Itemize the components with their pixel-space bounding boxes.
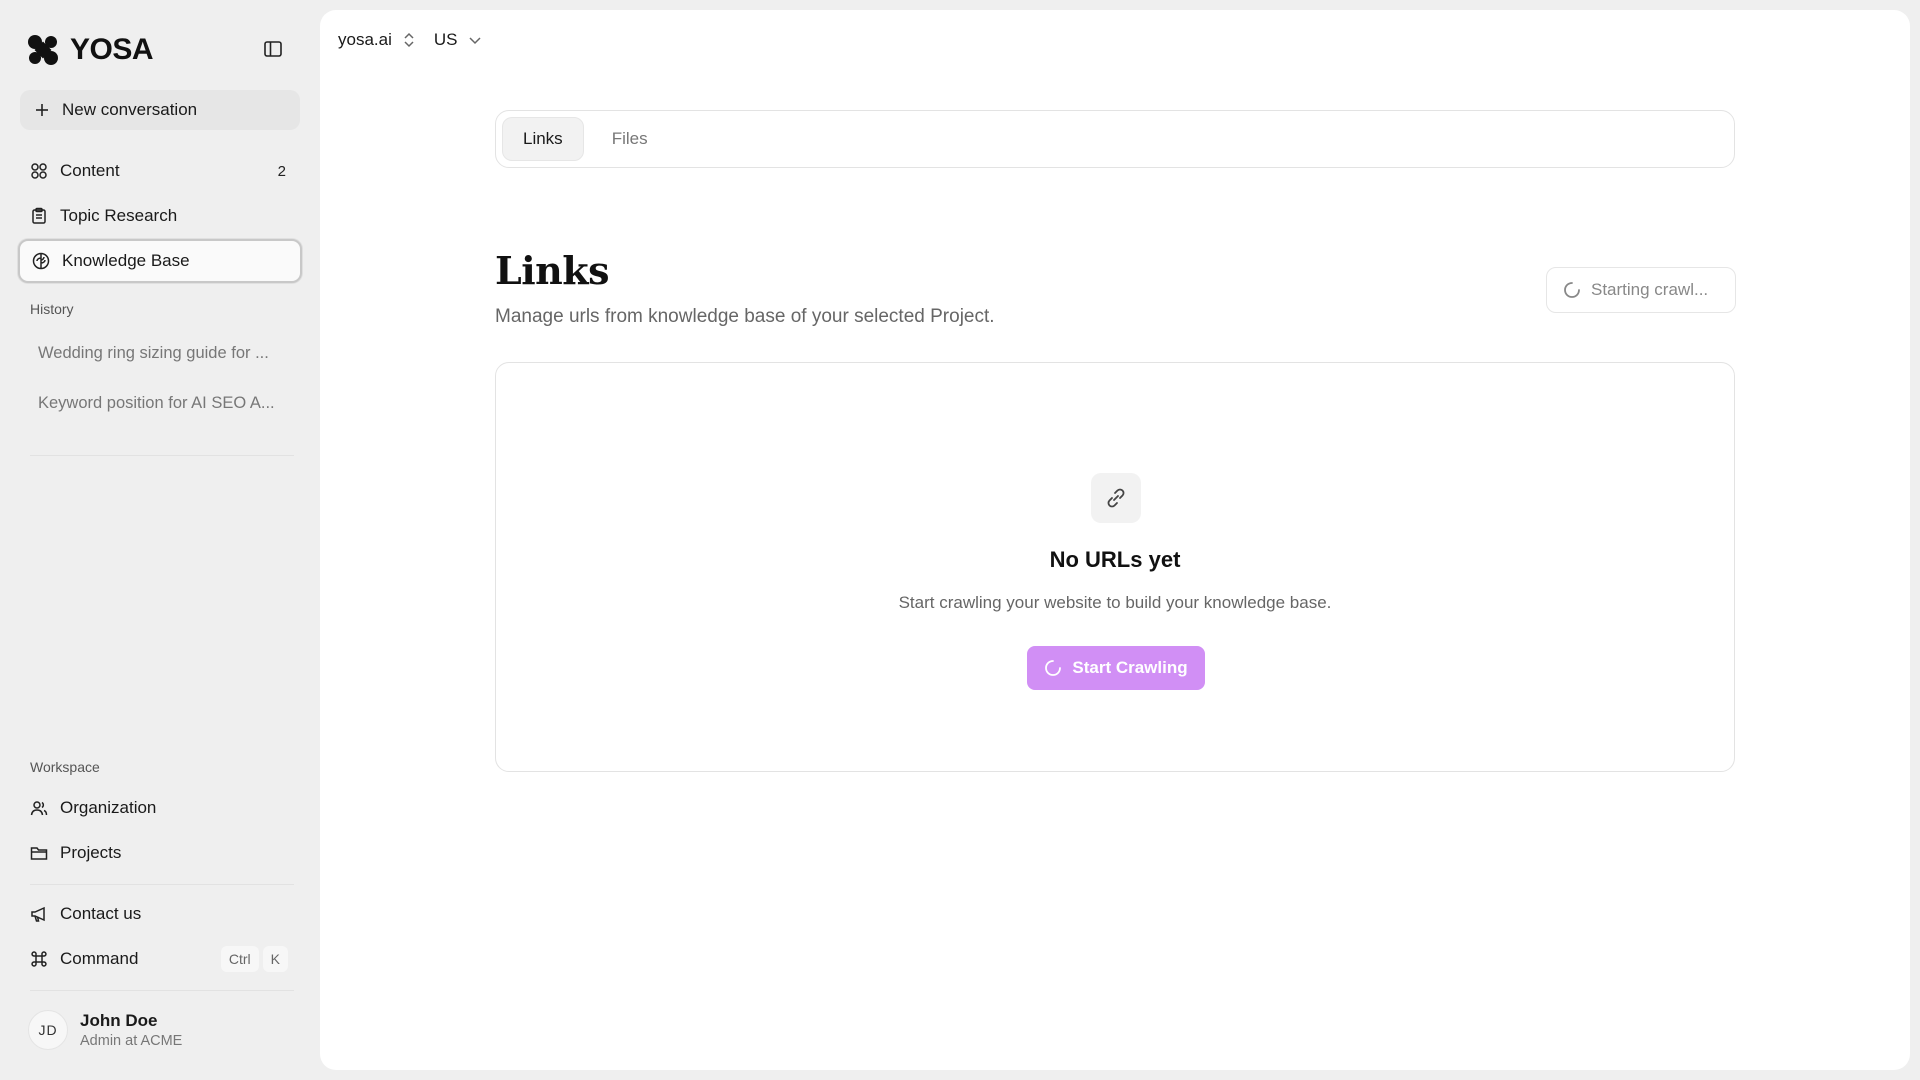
- link-icon: [1091, 473, 1141, 523]
- new-conversation-button[interactable]: New conversation: [20, 90, 300, 130]
- brand-name: YOSA: [70, 33, 154, 66]
- divider: [30, 455, 294, 456]
- brain-icon: [32, 252, 50, 270]
- page-subtitle: Manage urls from knowledge base of your …: [495, 306, 995, 327]
- sidebar-panel-icon: [264, 41, 282, 57]
- history-section-label: History: [30, 301, 74, 317]
- sidebar-item-label: Knowledge Base: [62, 251, 190, 270]
- sidebar-item-command[interactable]: Command Ctrl K: [18, 938, 302, 980]
- tab-links[interactable]: Links: [502, 117, 584, 161]
- crawl-status-label: Starting crawl...: [1591, 280, 1709, 299]
- yosa-logo-icon: [28, 35, 58, 65]
- folder-icon: [30, 844, 48, 862]
- user-profile[interactable]: JD John Doe Admin at ACME: [28, 1010, 182, 1050]
- sidebar-item-label: Content: [60, 161, 120, 180]
- plus-icon: [36, 104, 48, 116]
- crawl-status-button[interactable]: Starting crawl...: [1546, 267, 1736, 313]
- sidebar: YOSA New conversation Content 2 Topic Re…: [0, 0, 320, 1080]
- keyboard-shortcut: Ctrl K: [217, 946, 290, 972]
- divider: [30, 884, 294, 885]
- spinner-icon: [1564, 282, 1580, 298]
- empty-state-card: No URLs yet Start crawling your website …: [495, 362, 1735, 772]
- tab-files[interactable]: Files: [592, 117, 668, 161]
- start-crawling-button[interactable]: Start Crawling: [1027, 646, 1205, 690]
- chevron-down-icon: [468, 37, 481, 45]
- user-role: Admin at ACME: [80, 1033, 183, 1049]
- region-name: US: [433, 30, 458, 49]
- sidebar-item-projects[interactable]: Projects: [18, 832, 302, 874]
- sidebar-item-label: Projects: [60, 843, 122, 862]
- kbd-ctrl: Ctrl: [220, 946, 259, 972]
- workspace-section-label: Workspace: [30, 759, 100, 775]
- avatar: JD: [28, 1010, 68, 1050]
- project-selector[interactable]: yosa.ai: [338, 30, 416, 50]
- clipboard-icon: [30, 207, 48, 225]
- sidebar-item-content[interactable]: Content 2: [18, 150, 302, 192]
- region-selector[interactable]: US: [434, 30, 482, 50]
- empty-state-description: Start crawling your website to build you…: [898, 593, 1332, 612]
- sidebar-item-contact[interactable]: Contact us: [18, 893, 302, 935]
- kbd-k: K: [262, 946, 288, 972]
- project-name: yosa.ai: [338, 30, 392, 49]
- main-panel: yosa.ai US Links Files Links Manage urls…: [320, 10, 1910, 1070]
- sidebar-item-topic-research[interactable]: Topic Research: [18, 195, 302, 237]
- content-count-badge: 2: [277, 162, 286, 180]
- sidebar-item-label: Contact us: [60, 904, 142, 923]
- command-icon: [30, 950, 48, 968]
- tab-bar: Links Files: [495, 110, 1735, 168]
- sidebar-item-label: Topic Research: [60, 206, 178, 225]
- sidebar-item-knowledge-base[interactable]: Knowledge Base: [18, 239, 302, 283]
- user-name: John Doe: [80, 1011, 158, 1030]
- start-crawling-label: Start Crawling: [1072, 658, 1188, 677]
- history-item[interactable]: Keyword position for AI SEO A...: [28, 380, 296, 426]
- sidebar-toggle-button[interactable]: [262, 38, 284, 60]
- users-icon: [30, 799, 48, 817]
- megaphone-icon: [30, 905, 48, 923]
- content-icon: [30, 162, 48, 180]
- sidebar-item-label: Organization: [60, 798, 157, 817]
- brand[interactable]: YOSA: [26, 32, 154, 68]
- empty-state-title: No URLs yet: [1049, 547, 1181, 572]
- chevron-up-down-icon: [404, 32, 414, 48]
- spinner-icon: [1045, 660, 1062, 676]
- new-conversation-label: New conversation: [62, 100, 198, 119]
- sidebar-item-label: Command: [60, 949, 139, 968]
- topbar: yosa.ai US: [338, 30, 482, 50]
- divider: [30, 990, 294, 991]
- page-title: Links: [495, 248, 610, 293]
- history-item[interactable]: Wedding ring sizing guide for ...: [28, 330, 296, 376]
- sidebar-item-organization[interactable]: Organization: [18, 787, 302, 829]
